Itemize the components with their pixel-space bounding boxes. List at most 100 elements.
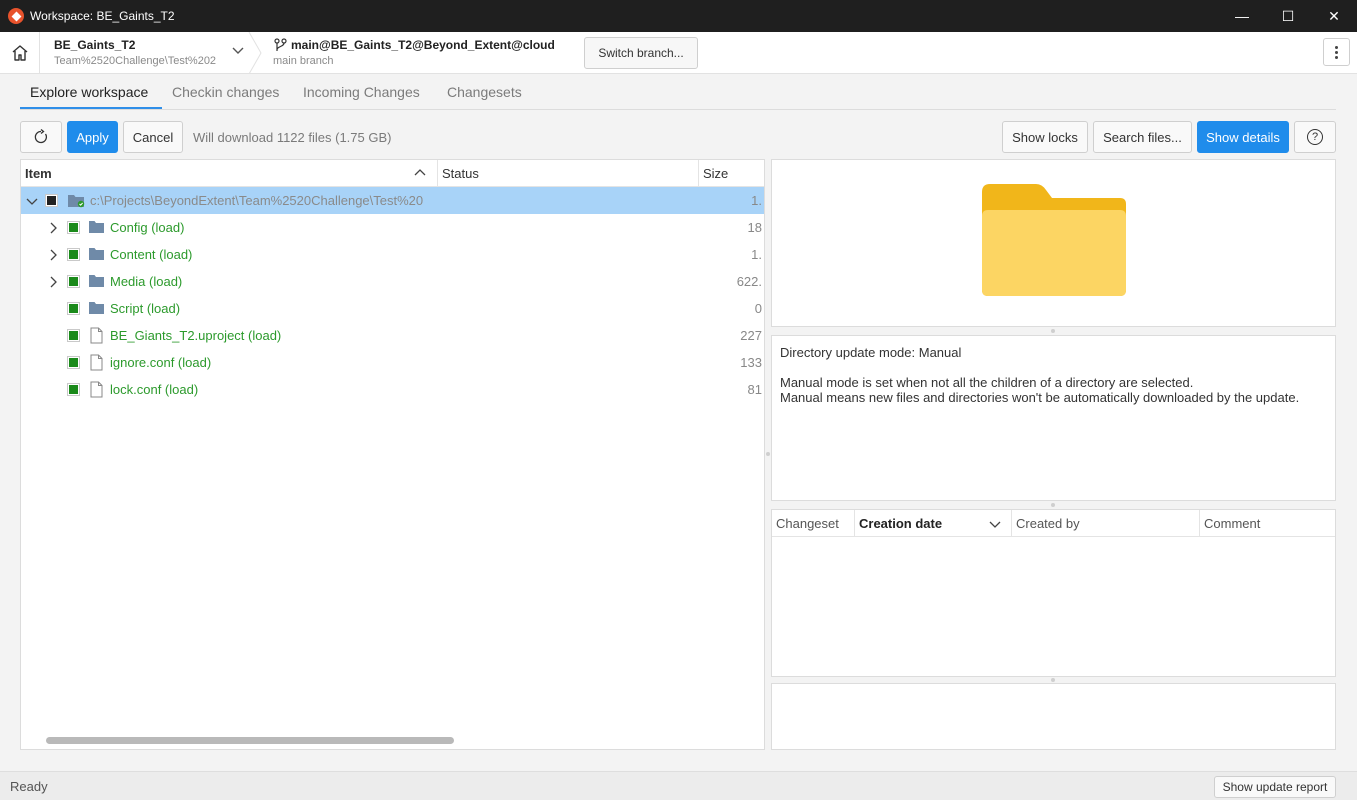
file-icon [90,381,103,398]
update-mode-description: Manual means new files and directories w… [780,390,1300,405]
vertical-splitter-handle[interactable] [766,452,770,456]
column-header-comment[interactable]: Comment [1200,510,1335,537]
folder-icon [89,302,104,314]
chevron-down-icon[interactable] [26,195,38,207]
tree-row-root[interactable]: c:\Projects\BeyondExtent\Team%2520Challe… [21,187,764,214]
tree-row-size: 133 [740,355,762,370]
status-bar: Ready Show update report [0,771,1357,800]
tree-row-size: 622. [736,274,762,289]
horizontal-scrollbar[interactable] [46,737,454,744]
minimize-icon: — [1235,8,1249,24]
tree-checkbox[interactable] [45,194,58,207]
large-folder-icon [982,184,1126,296]
tree-checkbox[interactable] [67,302,80,315]
file-icon [90,327,103,344]
details-panel: Directory update mode: Manual Manual mod… [771,335,1336,501]
tree-row[interactable]: Config (load) 18 [21,214,764,241]
search-files-button[interactable]: Search files... [1093,121,1192,153]
tree-checkbox[interactable] [67,329,80,342]
column-header-creation-date[interactable]: Creation date [855,510,1012,537]
tab-explore-workspace[interactable]: Explore workspace [30,84,148,100]
chevron-right-icon[interactable] [47,276,59,288]
tree-row-size: 1. [751,247,762,262]
tree-row-label: BE_Giants_T2.uproject (load) [110,328,282,343]
breadcrumb-separator [248,32,262,74]
switch-branch-button[interactable]: Switch branch... [584,37,698,69]
tab-incoming-changes[interactable]: Incoming Changes [303,84,420,100]
main-tabs: Explore workspace Checkin changes Incomi… [20,80,1336,110]
column-header-created-by[interactable]: Created by [1012,510,1200,537]
help-button[interactable]: ? [1294,121,1336,153]
refresh-button[interactable] [20,121,62,153]
column-size-label: Size [703,165,729,181]
cancel-button[interactable]: Cancel [123,121,183,153]
home-button[interactable] [0,32,40,74]
column-changeset-label: Changeset [776,515,839,531]
tree-checkbox[interactable] [67,275,80,288]
tab-changesets[interactable]: Changesets [447,84,522,100]
tree-row[interactable]: ignore.conf (load) 133 [21,349,764,376]
workspace-header: BE_Gaints_T2 Team%2520Challenge\Test%202… [0,32,1357,74]
column-created-by-label: Created by [1016,515,1080,531]
sort-descending-icon [989,521,1001,528]
column-header-status[interactable]: Status [438,160,699,187]
file-icon [90,354,103,371]
chevron-right-icon[interactable] [47,222,59,234]
tree-checkbox[interactable] [67,248,80,261]
horizontal-splitter-handle[interactable] [1051,678,1055,682]
status-text: Ready [10,779,48,794]
changesets-table: Changeset Creation date Created by Comme… [771,509,1336,677]
tab-checkin-changes[interactable]: Checkin changes [172,84,279,100]
tree-row[interactable]: BE_Giants_T2.uproject (load) 227 [21,322,764,349]
tree-checkbox[interactable] [67,356,80,369]
tree-checkbox[interactable] [67,221,80,234]
update-mode-title: Directory update mode: Manual [780,345,962,360]
column-item-label: Item [25,165,52,181]
column-header-changeset[interactable]: Changeset [772,510,855,537]
workspace-name: BE_Gaints_T2 [54,38,136,52]
show-update-report-button[interactable]: Show update report [1214,776,1336,798]
tree-row-label: c:\Projects\BeyondExtent\Team%2520Challe… [90,193,424,208]
window-title: Workspace: BE_Gaints_T2 [30,9,175,23]
branch-description: main branch [273,55,334,67]
horizontal-splitter-handle[interactable] [1051,329,1055,333]
tree-row-label: Content (load) [110,247,193,262]
column-status-label: Status [442,165,479,181]
column-comment-label: Comment [1204,515,1261,531]
maximize-button[interactable]: ☐ [1265,0,1311,32]
apply-button[interactable]: Apply [67,121,118,153]
tree-row[interactable]: Script (load) 0 [21,295,764,322]
download-summary: Will download 1122 files (1.75 GB) [193,130,392,145]
horizontal-splitter-handle[interactable] [1051,503,1055,507]
tree-row-size: 1. [751,193,762,208]
column-header-size[interactable]: Size [699,160,764,187]
close-icon: ✕ [1328,7,1340,24]
tree-row[interactable]: Media (load) 622. [21,268,764,295]
minimize-button[interactable]: — [1219,0,1265,32]
maximize-icon: ☐ [1281,7,1295,24]
tree-row-size: 18 [747,220,762,235]
chevron-right-icon[interactable] [47,249,59,261]
tree-row-size: 81 [747,382,762,397]
show-details-button[interactable]: Show details [1197,121,1289,153]
workspace-folder-icon [68,195,85,208]
show-locks-button[interactable]: Show locks [1002,121,1088,153]
chevron-down-icon [232,47,244,54]
branch-icon [274,38,287,51]
tree-checkbox[interactable] [67,383,80,396]
close-button[interactable]: ✕ [1311,0,1357,32]
folder-icon [89,248,104,260]
more-options-button[interactable] [1323,38,1350,66]
help-icon: ? [1307,129,1323,145]
home-icon [12,45,27,61]
active-tab-indicator [20,107,162,109]
column-header-item[interactable]: Item [21,160,438,187]
workspace-selector[interactable]: BE_Gaints_T2 Team%2520Challenge\Test%202 [41,32,256,74]
sort-ascending-icon [414,169,426,176]
tree-row[interactable]: Content (load) 1. [21,241,764,268]
preview-panel [771,159,1336,327]
changeset-detail-panel [771,683,1336,750]
tree-row-size: 227 [740,328,762,343]
update-mode-description: Manual mode is set when not all the chil… [780,375,1194,390]
tree-row[interactable]: lock.conf (load) 81 [21,376,764,403]
